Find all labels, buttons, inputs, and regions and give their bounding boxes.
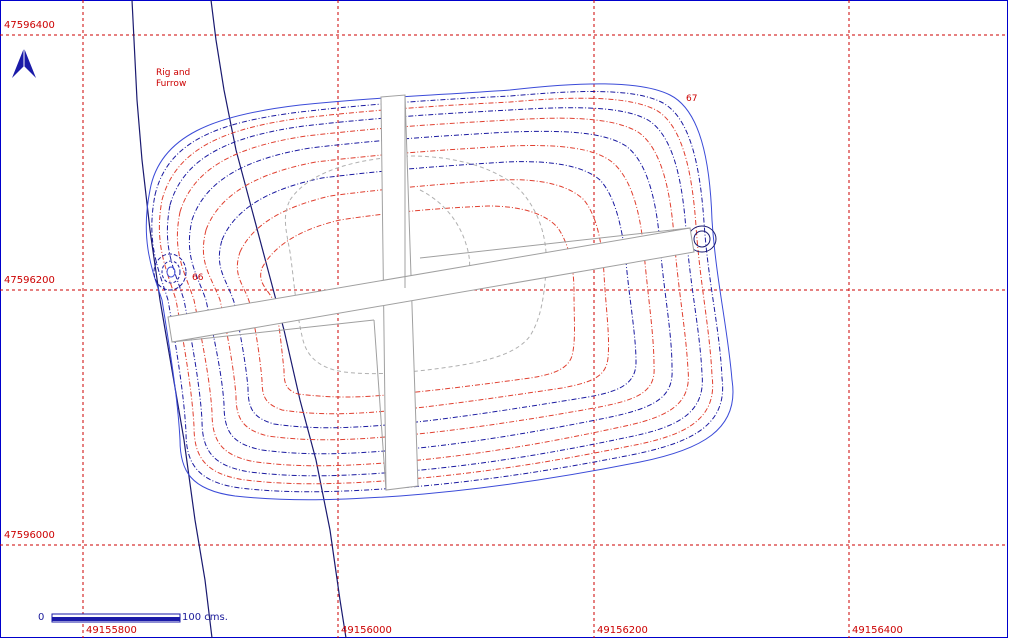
scale-end-label: 100 cms. <box>182 612 228 623</box>
hummock-66-core <box>166 266 176 278</box>
northing-label-1: 47596400 <box>4 20 55 31</box>
north-arrow-icon <box>12 48 36 78</box>
trench-east-west <box>167 227 695 343</box>
grid-lines <box>0 0 1008 638</box>
rig-and-furrow-label: Rig and Furrow <box>156 68 191 89</box>
hummock-67-inner <box>693 230 711 248</box>
hummock-66-outer <box>153 253 187 291</box>
survey-map <box>0 0 1008 639</box>
scale-start-label: 0 <box>38 612 45 623</box>
scale-bar-fill <box>52 617 180 621</box>
easting-label-1: 49155800 <box>86 625 137 636</box>
northing-label-3: 47596000 <box>4 530 55 541</box>
easting-label-2: 49156000 <box>341 625 392 636</box>
trenches <box>167 94 695 491</box>
easting-label-4: 49156400 <box>852 625 903 636</box>
northing-label-2: 47596200 <box>4 275 55 286</box>
point-66-label: 66 <box>192 273 204 283</box>
easting-label-3: 49156200 <box>597 625 648 636</box>
point-67-label: 67 <box>686 94 698 104</box>
scale-bar <box>51 613 181 623</box>
